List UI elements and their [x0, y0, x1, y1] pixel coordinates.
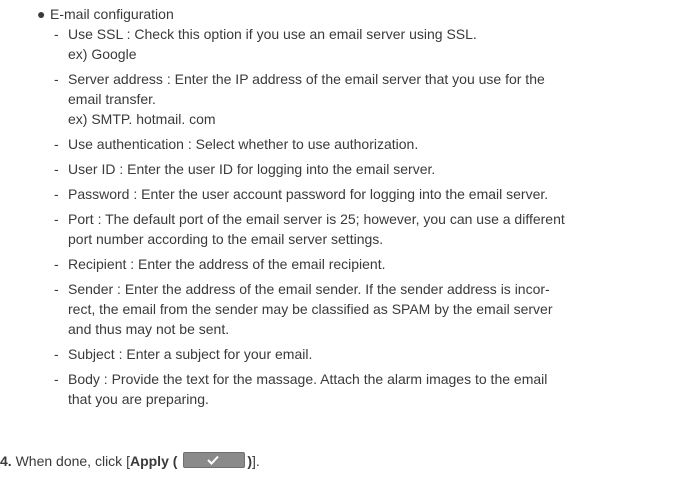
item-text-line: Subject : Enter a subject for your email…: [68, 346, 313, 362]
apply-label: Apply (: [129, 453, 178, 469]
dash-marker: -: [54, 371, 59, 387]
dash-marker: -: [54, 26, 59, 42]
list-item: - User ID : Enter the user ID for logging…: [54, 159, 654, 179]
item-text-line: Use authentication : Select whether to u…: [68, 136, 419, 152]
list-item: - Body : Provide the text for the massage…: [54, 369, 654, 409]
dash-marker: -: [54, 346, 59, 362]
step-close: ].: [251, 453, 260, 469]
item-text-line: and thus may not be sent.: [68, 321, 230, 337]
apply-button: [183, 452, 246, 468]
dash-marker: -: [54, 256, 59, 272]
item-text-line: Recipient : Enter the address of the ema…: [68, 256, 386, 272]
item-text-line: email transfer.: [68, 91, 156, 107]
list-item: - Server address : Enter the IP address o…: [54, 69, 654, 129]
item-text-line: Use SSL : Check this option if you use a…: [68, 26, 477, 42]
bullet-icon: ●: [37, 6, 46, 22]
list-item: - Subject : Enter a subject for your emai…: [54, 344, 654, 364]
manual-page: ● E-mail configuration - Use SSL : Check …: [0, 0, 673, 479]
step-number: 4.: [0, 453, 12, 469]
dash-marker: -: [54, 281, 59, 297]
item-text-line: port number according to the email serve…: [68, 231, 384, 247]
item-text-line: Port : The default port of the email ser…: [68, 211, 565, 227]
list-item: - Sender : Enter the address of the email…: [54, 279, 654, 339]
dash-marker: -: [54, 186, 59, 202]
dash-marker: -: [54, 71, 59, 87]
step-4: 4. When done, click [Apply ( )].: [0, 451, 260, 471]
item-text-line: rect, the email from the sender may be c…: [68, 301, 553, 317]
item-text-line: Sender : Enter the address of the email …: [68, 281, 550, 297]
section-heading: ● E-mail configuration: [37, 4, 174, 24]
section-title: E-mail configuration: [50, 6, 174, 22]
dash-marker: -: [54, 161, 59, 177]
list-item: - Recipient : Enter the address of the em…: [54, 254, 654, 274]
step-text: When done, click [: [15, 453, 130, 469]
check-icon: [207, 455, 220, 465]
item-text-line: User ID : Enter the user ID for logging …: [68, 161, 436, 177]
item-text-line: that you are preparing.: [68, 391, 209, 407]
item-text-line: ex) SMTP. hotmail. com: [68, 111, 216, 127]
dash-marker: -: [54, 211, 59, 227]
dash-marker: -: [54, 136, 59, 152]
list-item: - Password : Enter the user account passw…: [54, 184, 654, 204]
list-item: - Use SSL : Check this option if you use …: [54, 24, 654, 64]
item-text-line: ex) Google: [68, 46, 137, 62]
item-text-line: Server address : Enter the IP address of…: [68, 71, 545, 87]
item-text-line: Password : Enter the user account passwo…: [68, 186, 549, 202]
list-item: - Use authentication : Select whether to …: [54, 134, 654, 154]
item-text-line: Body : Provide the text for the massage.…: [68, 371, 548, 387]
list-item: - Port : The default port of the email se…: [54, 209, 654, 249]
settings-list: - Use SSL : Check this option if you use …: [54, 24, 654, 414]
